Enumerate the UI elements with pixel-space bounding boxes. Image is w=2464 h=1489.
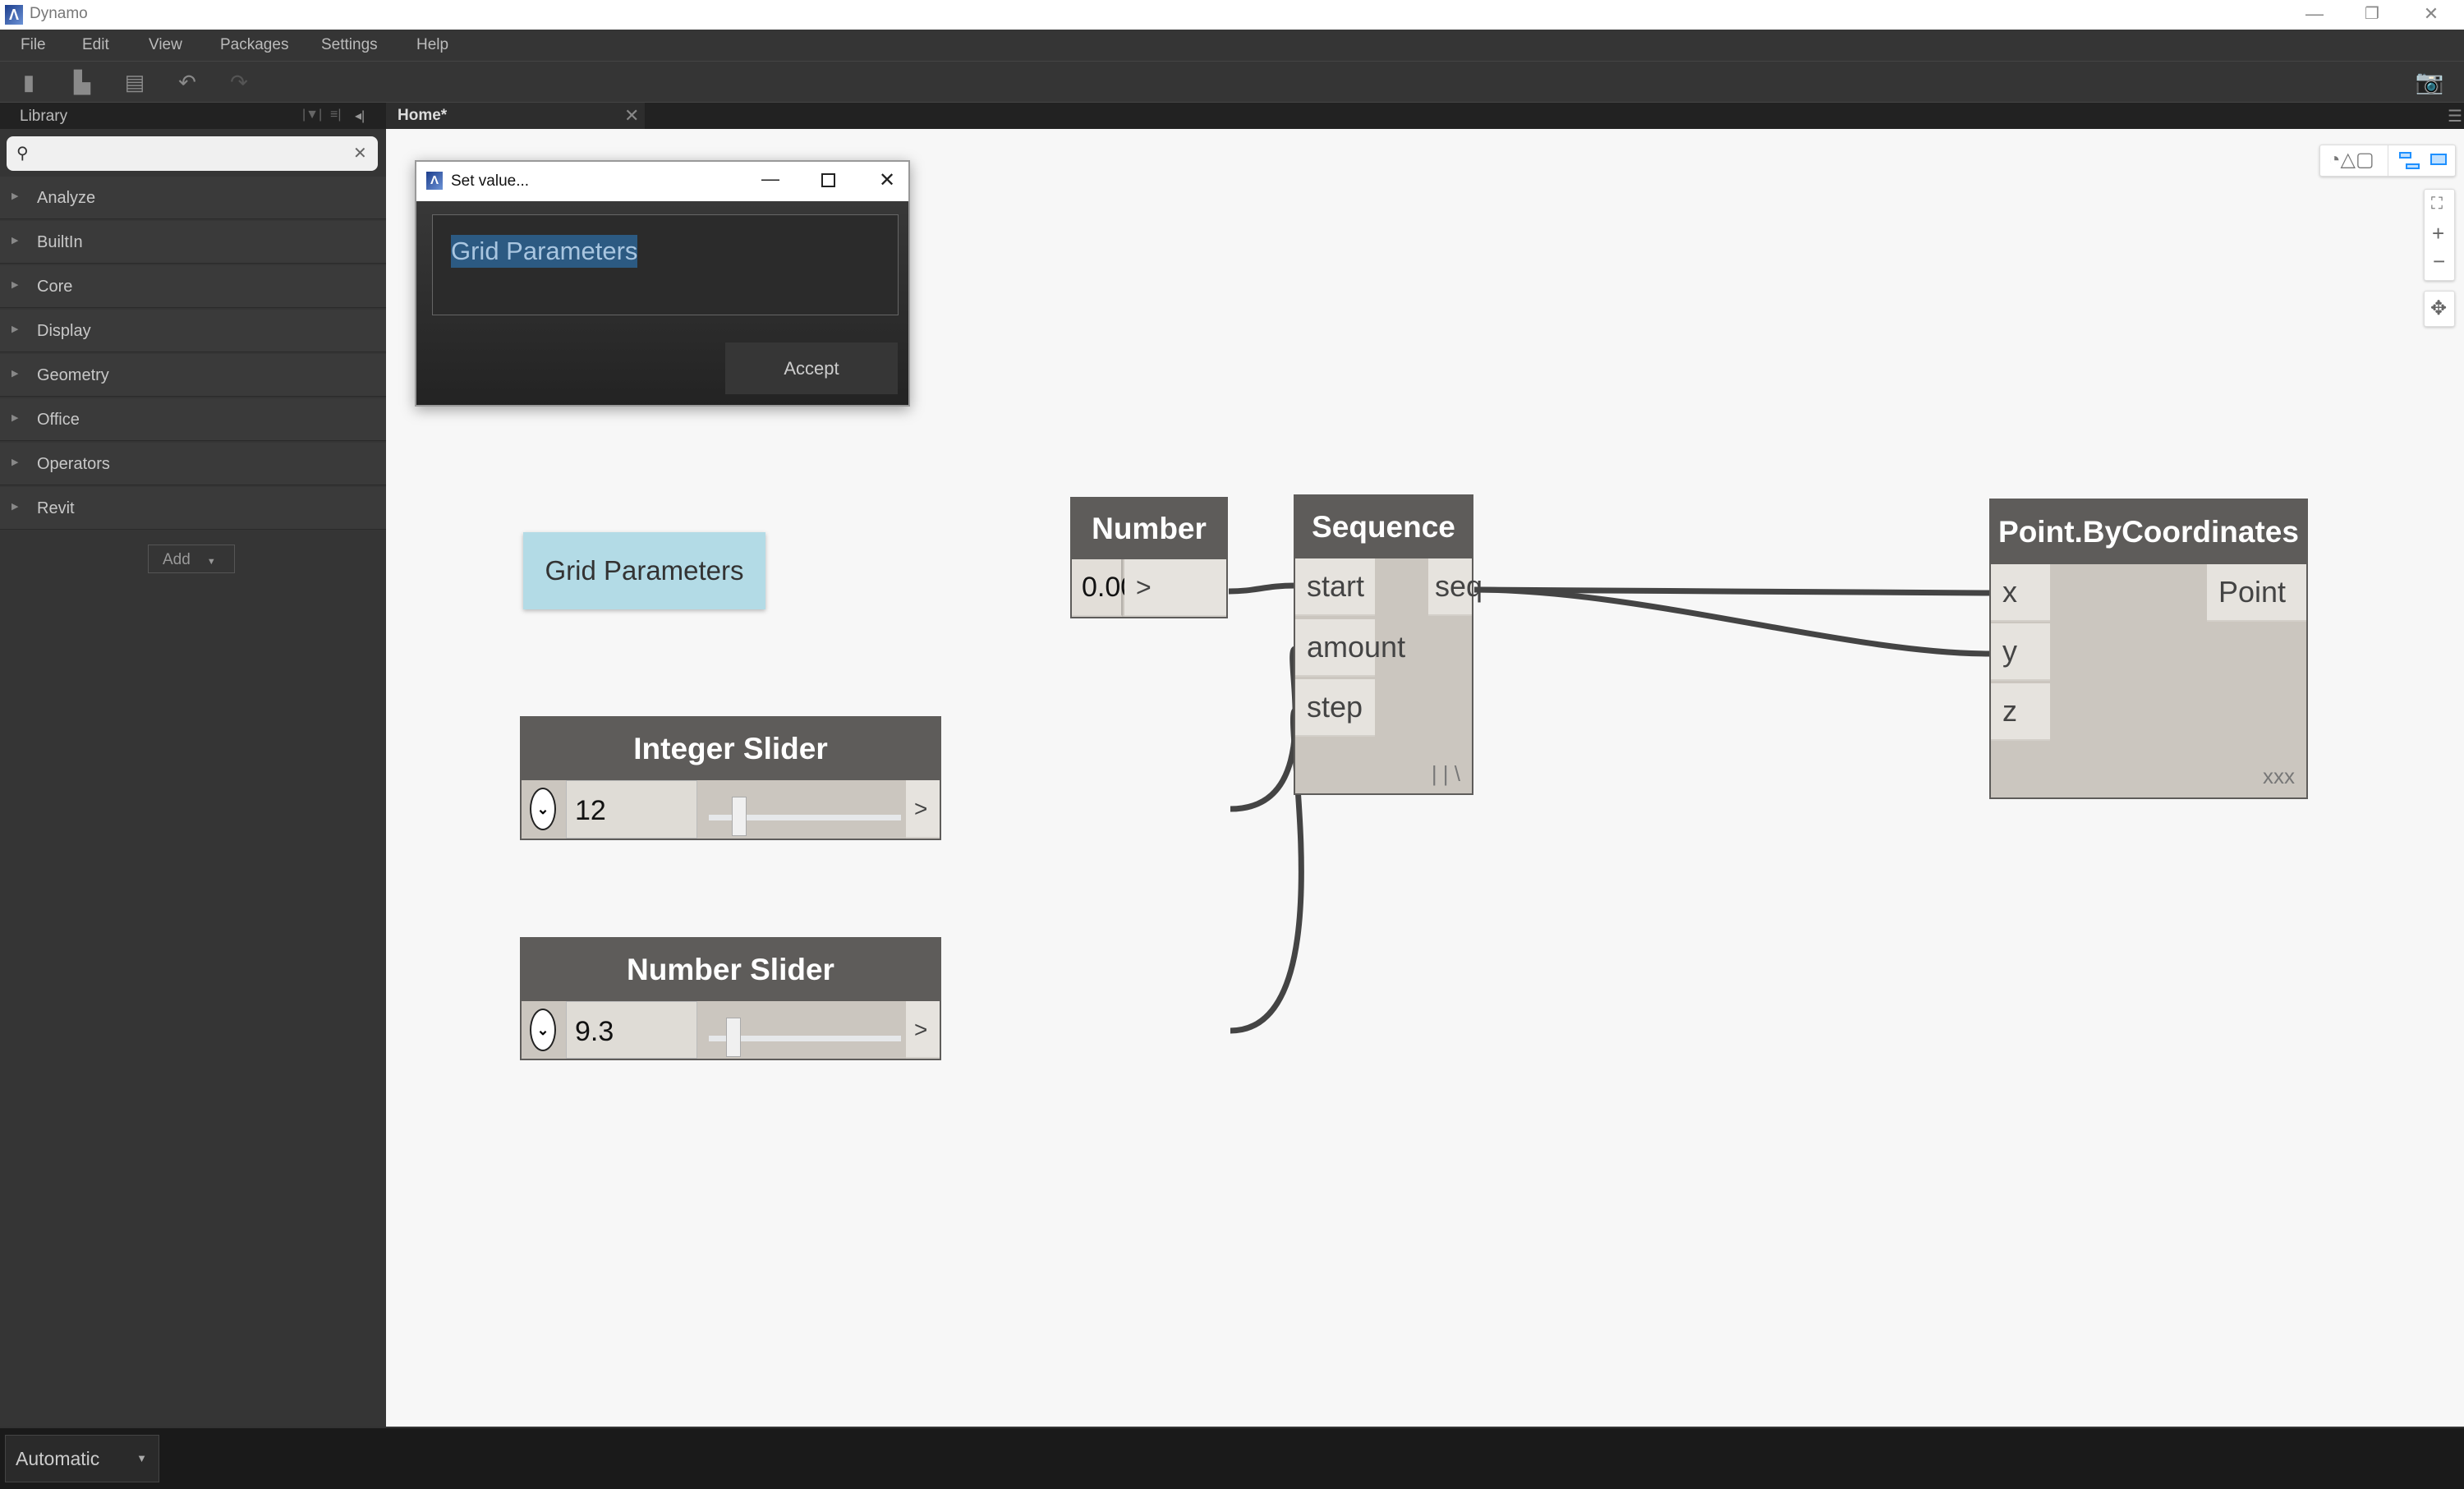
zoom-controls: ⛶ + − — [2424, 189, 2455, 281]
output-port-seq[interactable]: seq — [1428, 558, 1483, 616]
value-textbox[interactable]: Grid Parameters — [432, 214, 899, 315]
wire-seq-y[interactable] — [1473, 586, 1991, 657]
pan-control: ✥ — [2424, 291, 2455, 327]
dialog-title-bar: Λ Set value... — ✕ — [416, 162, 908, 201]
number-value-input[interactable]: 0.000 — [1072, 559, 1152, 617]
selected-text: Grid Parameters — [451, 235, 638, 268]
input-port-step[interactable]: step — [1295, 679, 1375, 737]
run-mode-dropdown[interactable]: Automatic ▼ — [5, 1435, 159, 1482]
output-port-point[interactable]: Point — [2207, 564, 2306, 622]
node-integer-slider[interactable]: Integer Slider ⌄ 12 > — [520, 716, 941, 840]
view-toggle: ◔△▢ — [2319, 145, 2456, 177]
graph-view-icon[interactable] — [2399, 152, 2447, 170]
zoom-out-icon[interactable]: − — [2433, 249, 2445, 274]
node-number[interactable]: Number 0.000 > — [1070, 497, 1228, 618]
accept-button[interactable]: Accept — [725, 342, 898, 394]
node-title: Number Slider — [522, 939, 940, 1001]
status-bar: Automatic ▼ — [0, 1427, 2464, 1489]
slider-track[interactable] — [709, 797, 901, 836]
maximize-button[interactable] — [821, 173, 835, 187]
node-point-bycoordinates[interactable]: Point.ByCoordinates x y z Point xxx — [1989, 499, 2308, 799]
minimize-button[interactable]: — — [761, 168, 779, 190]
expand-chevron-icon[interactable]: ⌄ — [530, 1009, 556, 1051]
dynamo-logo-icon: Λ — [426, 172, 443, 190]
slider-thumb[interactable] — [726, 1018, 742, 1057]
lacing-indicator: xxx — [2263, 764, 2295, 788]
geometry-view-icon[interactable]: ◔△▢ — [2328, 148, 2374, 172]
dialog-title: Set value... — [451, 172, 530, 190]
input-port-y[interactable]: y — [1991, 623, 2050, 681]
output-port[interactable]: > — [906, 780, 940, 839]
node-title: Integer Slider — [522, 718, 940, 780]
note-grid-parameters[interactable]: Grid Parameters — [523, 532, 765, 609]
set-value-dialog: Λ Set value... — ✕ Grid Parameters Accep… — [415, 160, 910, 407]
slider-thumb[interactable] — [732, 797, 747, 836]
pan-icon[interactable]: ✥ — [2430, 296, 2447, 320]
input-port-z[interactable]: z — [1991, 683, 2050, 741]
zoom-fit-icon[interactable]: ⛶ — [2431, 195, 2443, 214]
slider-value-input[interactable]: 12 — [566, 780, 697, 839]
node-title: Number — [1072, 499, 1226, 559]
zoom-in-icon[interactable]: + — [2432, 221, 2444, 246]
input-port-start[interactable]: start — [1295, 558, 1375, 616]
node-title: Point.ByCoordinates — [1991, 500, 2306, 564]
input-port-x[interactable]: x — [1991, 564, 2050, 622]
input-port-amount[interactable]: amount — [1295, 619, 1405, 677]
lacing-indicator: | | \ — [1431, 761, 1460, 786]
node-number-slider[interactable]: Number Slider ⌄ 9.3 > — [520, 937, 941, 1060]
run-mode-label: Automatic — [16, 1448, 100, 1469]
output-port[interactable]: > — [906, 1001, 940, 1059]
expand-chevron-icon[interactable]: ⌄ — [530, 788, 556, 830]
slider-track[interactable] — [709, 1018, 901, 1057]
output-port[interactable]: > — [1124, 559, 1226, 617]
slider-value-input[interactable]: 9.3 — [566, 1001, 697, 1059]
wire-integer-amount[interactable] — [1230, 646, 1299, 812]
dropdown-arrow-icon: ▼ — [136, 1452, 147, 1464]
wire-number-start[interactable] — [1228, 582, 1296, 595]
node-title: Sequence — [1295, 496, 1472, 558]
close-button[interactable]: ✕ — [879, 168, 895, 192]
node-sequence[interactable]: Sequence start amount step seq | | \ — [1294, 494, 1483, 795]
